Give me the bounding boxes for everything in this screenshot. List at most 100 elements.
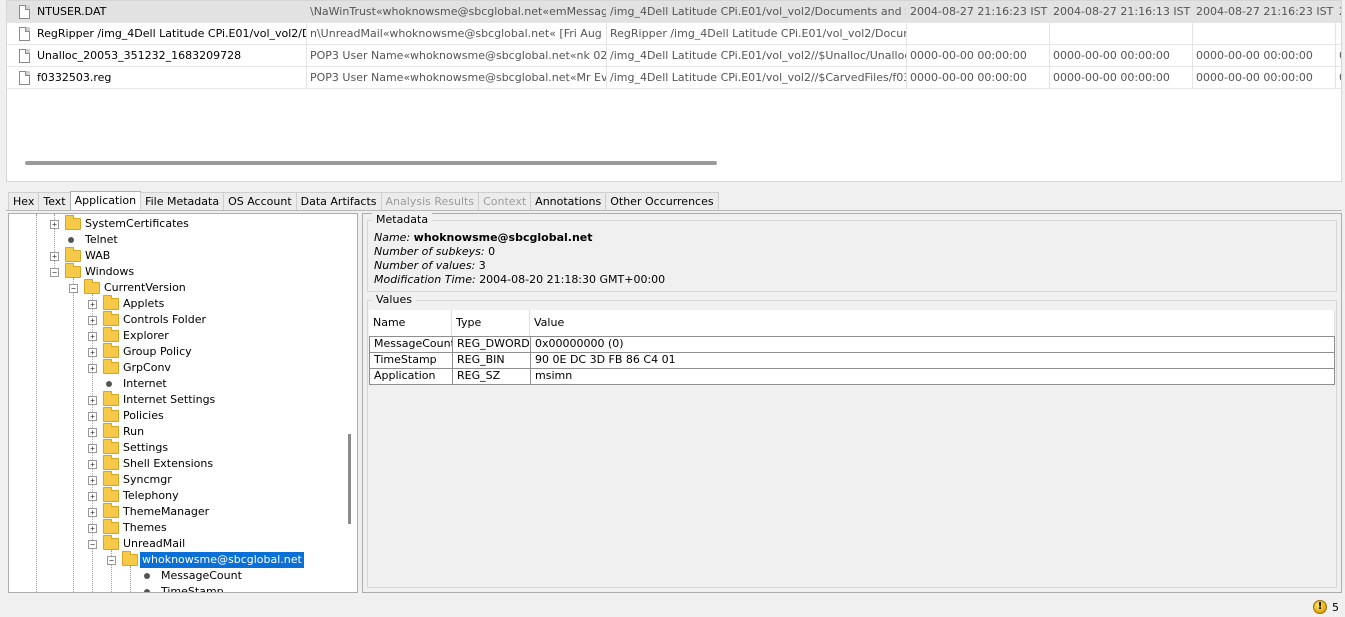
expand-icon[interactable]: + — [88, 348, 97, 357]
tree-node-label: Applets — [123, 297, 165, 310]
expand-icon[interactable]: + — [88, 444, 97, 453]
tree-node-label: TimeStamp — [161, 585, 224, 593]
meta-values: Number of values: 3 — [374, 259, 486, 272]
tree-node[interactable]: + Explorer — [9, 327, 349, 344]
expand-icon[interactable]: + — [88, 460, 97, 469]
expand-icon[interactable]: + — [88, 300, 97, 309]
tree-node[interactable]: + ThemeManager — [9, 503, 349, 520]
expand-icon[interactable]: + — [88, 428, 97, 437]
collapse-icon[interactable]: − — [107, 556, 116, 565]
tree-node[interactable]: Internet — [9, 376, 349, 392]
alert-icon[interactable]: ! — [1313, 600, 1327, 614]
expand-icon[interactable]: + — [50, 252, 59, 261]
tree-node[interactable]: Telnet — [9, 232, 349, 248]
table-row[interactable]: Application REG_SZ msimn — [369, 369, 1335, 385]
tree-node[interactable]: + WAB — [9, 247, 349, 264]
result-cell-t1 — [907, 23, 1050, 45]
expand-icon[interactable]: + — [88, 364, 97, 373]
collapse-icon[interactable]: − — [50, 268, 59, 277]
tree-node[interactable]: + Applets — [9, 295, 349, 312]
expand-icon[interactable]: + — [88, 476, 97, 485]
tree-node[interactable]: + Group Policy — [9, 343, 349, 360]
expand-icon[interactable]: + — [88, 508, 97, 517]
tree-node-label: ThemeManager — [123, 505, 210, 518]
tab-os-account[interactable]: OS Account — [223, 192, 297, 211]
result-row[interactable]: RegRipper /img_4Dell Latitude CPi.E01/vo… — [7, 23, 1341, 45]
folder-icon — [65, 247, 81, 262]
tree-node[interactable]: + Run — [9, 423, 349, 440]
registry-detail-panel: Metadata Name: whoknowsme@sbcglobal.net … — [362, 213, 1342, 593]
table-cell: REG_DWORD — [453, 337, 531, 352]
tree-node[interactable]: + Settings — [9, 439, 349, 456]
collapse-icon[interactable]: − — [88, 540, 97, 549]
tree-node-label: Group Policy — [123, 345, 192, 358]
tree-node-label: Windows — [85, 265, 135, 278]
registry-value-icon — [144, 589, 150, 592]
metadata-title: Metadata — [372, 213, 433, 226]
tree-node[interactable]: + Shell Extensions — [9, 455, 349, 472]
table-row[interactable]: TimeStamp REG_BIN 90 0E DC 3D FB 86 C4 01 — [369, 353, 1335, 369]
result-cell-keyword: n\UnreadMail«whoknowsme@sbcglobal.net« [… — [307, 23, 607, 45]
expand-icon[interactable]: + — [50, 220, 59, 229]
column-header[interactable]: Name — [369, 310, 452, 336]
tree-node[interactable]: + Telephony — [9, 487, 349, 504]
result-row[interactable]: Unalloc_20053_351232_1683209728 POP3 User… — [7, 45, 1341, 67]
folder-icon — [103, 423, 119, 438]
tab-file-metadata[interactable]: File Metadata — [140, 192, 225, 211]
result-cell-path: /img_4Dell Latitude CPi.E01/vol_vol2//$C… — [607, 67, 907, 89]
result-cell-t2: 2004-08-27 21:16:13 IST — [1050, 1, 1193, 23]
folder-icon — [122, 551, 138, 566]
tree-node[interactable]: + GrpConv — [9, 359, 349, 376]
tab-other-occurrences[interactable]: Other Occurrences — [605, 192, 719, 211]
tree-node[interactable]: − UnreadMail — [9, 535, 349, 552]
expand-icon[interactable]: + — [88, 396, 97, 405]
tree-node[interactable]: + Controls Folder — [9, 311, 349, 328]
tab-hex[interactable]: Hex — [8, 192, 40, 211]
column-header[interactable]: Type — [452, 310, 530, 336]
tab-annotations[interactable]: Annotations — [530, 192, 607, 211]
tree-node[interactable]: − whoknowsme@sbcglobal.net — [9, 551, 349, 569]
expand-icon[interactable]: + — [88, 332, 97, 341]
tab-divider — [6, 210, 1342, 211]
meta-mtime-value: 2004-08-20 21:18:30 GMT+00:00 — [479, 273, 666, 286]
tree-node[interactable]: + Syncmgr — [9, 471, 349, 488]
tree-node[interactable]: + Themes — [9, 519, 349, 536]
result-row[interactable]: f0332503.reg POP3 User Name«whoknowsme@sb… — [7, 67, 1341, 89]
result-cell-t2 — [1050, 23, 1193, 45]
tab-text[interactable]: Text — [38, 192, 71, 211]
results-horizontal-scrollbar[interactable] — [25, 161, 717, 165]
tab-data-artifacts[interactable]: Data Artifacts — [295, 192, 382, 211]
tree-node[interactable]: TimeStamp — [9, 584, 349, 593]
table-cell: Application — [370, 369, 453, 384]
registry-tree[interactable]: + SystemCertificates Telnet + WAB − Windows − Cu… — [8, 213, 358, 593]
tab-application[interactable]: Application — [69, 191, 142, 211]
tree-node[interactable]: MessageCount — [9, 568, 349, 584]
expand-icon[interactable]: + — [88, 492, 97, 501]
result-cell-t3: 0000-00-00 00:00:00 — [1193, 45, 1336, 67]
collapse-icon[interactable]: − — [69, 284, 78, 293]
tree-node[interactable]: − CurrentVersion — [9, 279, 349, 296]
alert-count[interactable]: 5 — [1332, 601, 1339, 614]
table-cell: REG_BIN — [453, 353, 531, 368]
tree-node[interactable]: + Policies — [9, 407, 349, 424]
expand-icon[interactable]: + — [88, 316, 97, 325]
result-cell-t4 — [1336, 23, 1341, 45]
tree-node-label: Telnet — [85, 233, 118, 246]
folder-icon — [103, 295, 119, 310]
folder-icon — [103, 535, 119, 550]
meta-mtime-label: Modification Time: — [374, 273, 476, 286]
folder-icon — [103, 519, 119, 534]
result-cell-path: /img_4Dell Latitude CPi.E01/vol_vol2/Doc… — [607, 1, 907, 23]
table-row[interactable]: MessageCount REG_DWORD 0x00000000 (0) — [369, 336, 1335, 353]
expand-icon[interactable]: + — [88, 412, 97, 421]
tree-node-label: Syncmgr — [123, 473, 172, 486]
result-cell-t2: 0000-00-00 00:00:00 — [1050, 67, 1193, 89]
result-row[interactable]: NTUSER.DAT \NaWinTrust«whoknowsme@sbcglob… — [7, 1, 1341, 23]
tree-node[interactable]: + Internet Settings — [9, 391, 349, 408]
tree-node-label: Themes — [123, 521, 167, 534]
expand-icon[interactable]: + — [88, 524, 97, 533]
folder-icon — [103, 487, 119, 502]
column-header[interactable]: Value — [530, 310, 1335, 336]
tree-node[interactable]: + SystemCertificates — [9, 215, 349, 232]
tree-node[interactable]: − Windows — [9, 263, 349, 280]
